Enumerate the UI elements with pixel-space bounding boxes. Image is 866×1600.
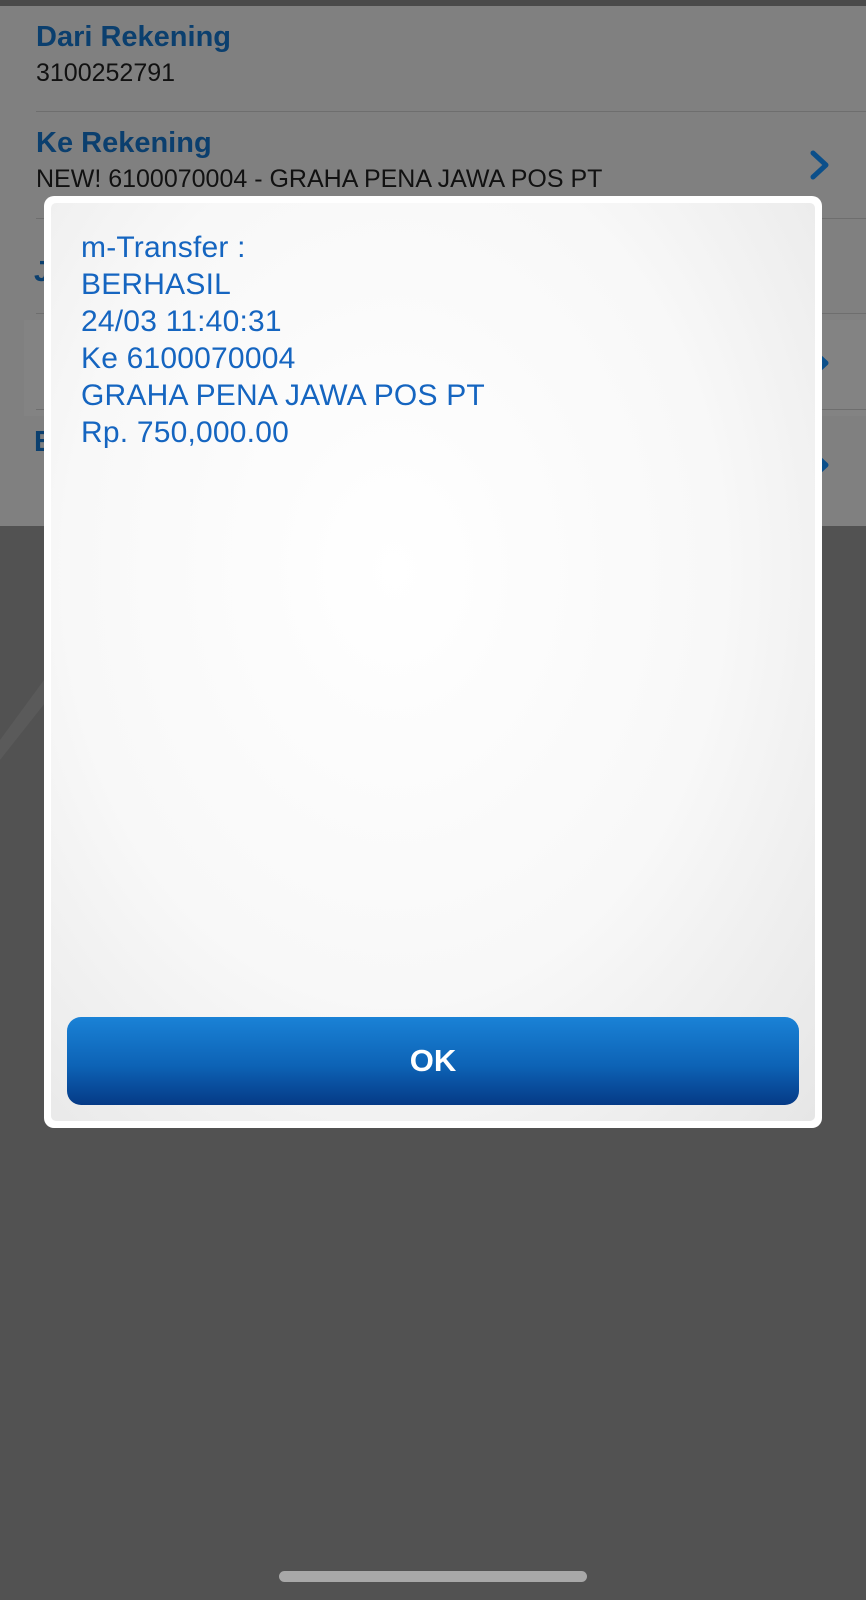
ok-button[interactable]: OK <box>67 1017 799 1105</box>
to-account-label: Ke Rekening <box>36 127 212 159</box>
message-title: m-Transfer : <box>81 231 246 264</box>
from-account-value: 3100252791 <box>36 59 176 87</box>
to-account-row[interactable]: Ke Rekening NEW! 6100070004 - GRAHA PENA… <box>36 126 866 194</box>
dialog-message: m-Transfer : BERHASIL 24/03 11:40:31 Ke … <box>81 229 785 451</box>
from-account-row[interactable]: Dari Rekening 3100252791 <box>36 20 866 88</box>
message-amount: Rp. 750,000.00 <box>81 416 289 449</box>
to-account-value: NEW! 6100070004 - GRAHA PENA JAWA POS PT <box>36 165 603 193</box>
from-account-label: Dari Rekening <box>36 21 231 53</box>
dialog-content: m-Transfer : BERHASIL 24/03 11:40:31 Ke … <box>51 203 815 1121</box>
chevron-right-icon[interactable] <box>810 150 830 180</box>
home-indicator[interactable] <box>279 1571 587 1582</box>
message-status: BERHASIL <box>81 268 231 301</box>
transfer-result-dialog: m-Transfer : BERHASIL 24/03 11:40:31 Ke … <box>44 196 822 1128</box>
divider <box>36 111 866 112</box>
message-destination-account: Ke 6100070004 <box>81 342 296 375</box>
message-datetime: 24/03 11:40:31 <box>81 305 282 338</box>
message-recipient-name: GRAHA PENA JAWA POS PT <box>81 379 485 412</box>
